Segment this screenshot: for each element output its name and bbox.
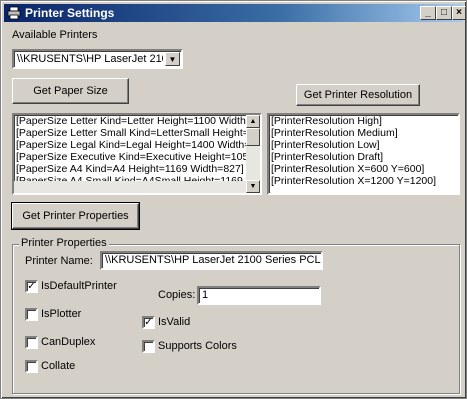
printer-resolution-item[interactable]: [PrinterResolution High] xyxy=(269,115,458,127)
collate-checkbox[interactable] xyxy=(25,360,38,373)
scroll-thumb[interactable] xyxy=(246,128,260,146)
printer-resolution-item[interactable]: [PrinterResolution X=1200 Y=1200] xyxy=(269,175,458,187)
supports-colors-label: Supports Colors xyxy=(158,340,237,352)
chevron-down-icon[interactable]: ▼ xyxy=(165,52,180,66)
printer-settings-window: Printer Settings _ □ × Available Printer… xyxy=(0,0,467,399)
printer-resolution-list[interactable]: [PrinterResolution High] [PrinterResoluti… xyxy=(267,113,460,195)
can-duplex-checkbox[interactable] xyxy=(25,336,38,349)
get-printer-resolution-button[interactable]: Get Printer Resolution xyxy=(296,84,420,106)
get-printer-properties-button[interactable]: Get Printer Properties xyxy=(11,202,140,230)
available-printers-label: Available Printers xyxy=(12,29,98,41)
checkmark-icon: ✓ xyxy=(27,281,36,292)
is-plotter-label: IsPlotter xyxy=(41,308,82,320)
available-printers-dropdown[interactable]: \\KRUSENTS\HP LaserJet 2100 Seri ▼ xyxy=(12,49,183,69)
paper-size-horizontal-scrollbar[interactable] xyxy=(14,181,246,193)
scroll-up-icon[interactable]: ▲ xyxy=(246,115,260,128)
window-title: Printer Settings xyxy=(25,6,115,20)
printer-icon xyxy=(7,6,21,20)
is-plotter-checkbox[interactable] xyxy=(25,308,38,321)
available-printers-selected: \\KRUSENTS\HP LaserJet 2100 Seri xyxy=(17,53,163,65)
paper-size-item[interactable]: [PaperSize A4 Kind=A4 Height=1169 Width=… xyxy=(14,163,260,175)
scroll-down-icon[interactable]: ▼ xyxy=(246,180,260,193)
is-valid-checkbox[interactable]: ✓ xyxy=(142,316,155,329)
minimize-button[interactable]: _ xyxy=(420,6,436,20)
printer-resolution-item[interactable]: [PrinterResolution Draft] xyxy=(269,151,458,163)
get-paper-size-button[interactable]: Get Paper Size xyxy=(12,78,129,104)
title-bar[interactable]: Printer Settings _ □ × xyxy=(4,4,466,22)
paper-size-item[interactable]: [PaperSize Executive Kind=Executive Heig… xyxy=(14,151,260,163)
printer-resolution-item[interactable]: [PrinterResolution Medium] xyxy=(269,127,458,139)
supports-colors-checkbox[interactable] xyxy=(142,340,155,353)
paper-size-list[interactable]: [PaperSize Letter Kind=Letter Height=110… xyxy=(12,113,262,195)
is-valid-label: IsValid xyxy=(158,316,191,328)
copies-label: Copies: xyxy=(158,289,196,301)
copies-field[interactable]: 1 xyxy=(197,286,321,305)
is-default-printer-label: IsDefaultPrinter xyxy=(41,280,117,292)
can-duplex-label: CanDuplex xyxy=(41,336,96,348)
paper-size-item[interactable]: [PaperSize Letter Kind=Letter Height=110… xyxy=(14,115,260,127)
printer-name-label: Printer Name: xyxy=(25,255,93,267)
printer-resolution-item[interactable]: [PrinterResolution X=600 Y=600] xyxy=(269,163,458,175)
printer-resolution-item[interactable]: [PrinterResolution Low] xyxy=(269,139,458,151)
paper-size-item[interactable]: [PaperSize Legal Kind=Legal Height=1400 … xyxy=(14,139,260,151)
is-default-printer-checkbox[interactable]: ✓ xyxy=(25,280,38,293)
maximize-button[interactable]: □ xyxy=(436,6,452,20)
printer-properties-group-label: Printer Properties xyxy=(19,237,109,249)
close-button[interactable]: × xyxy=(452,6,466,20)
collate-label: Collate xyxy=(41,360,76,372)
paper-size-item[interactable]: [PaperSize Letter Small Kind=LetterSmall… xyxy=(14,127,260,139)
printer-name-field[interactable]: \\KRUSENTS\HP LaserJet 2100 Series PCL 6 xyxy=(100,251,323,270)
checkmark-icon: ✓ xyxy=(144,317,153,328)
paper-size-vertical-scrollbar[interactable]: ▲ ▼ xyxy=(246,115,260,193)
printer-resolution-rows: [PrinterResolution High] [PrinterResoluti… xyxy=(269,115,458,187)
